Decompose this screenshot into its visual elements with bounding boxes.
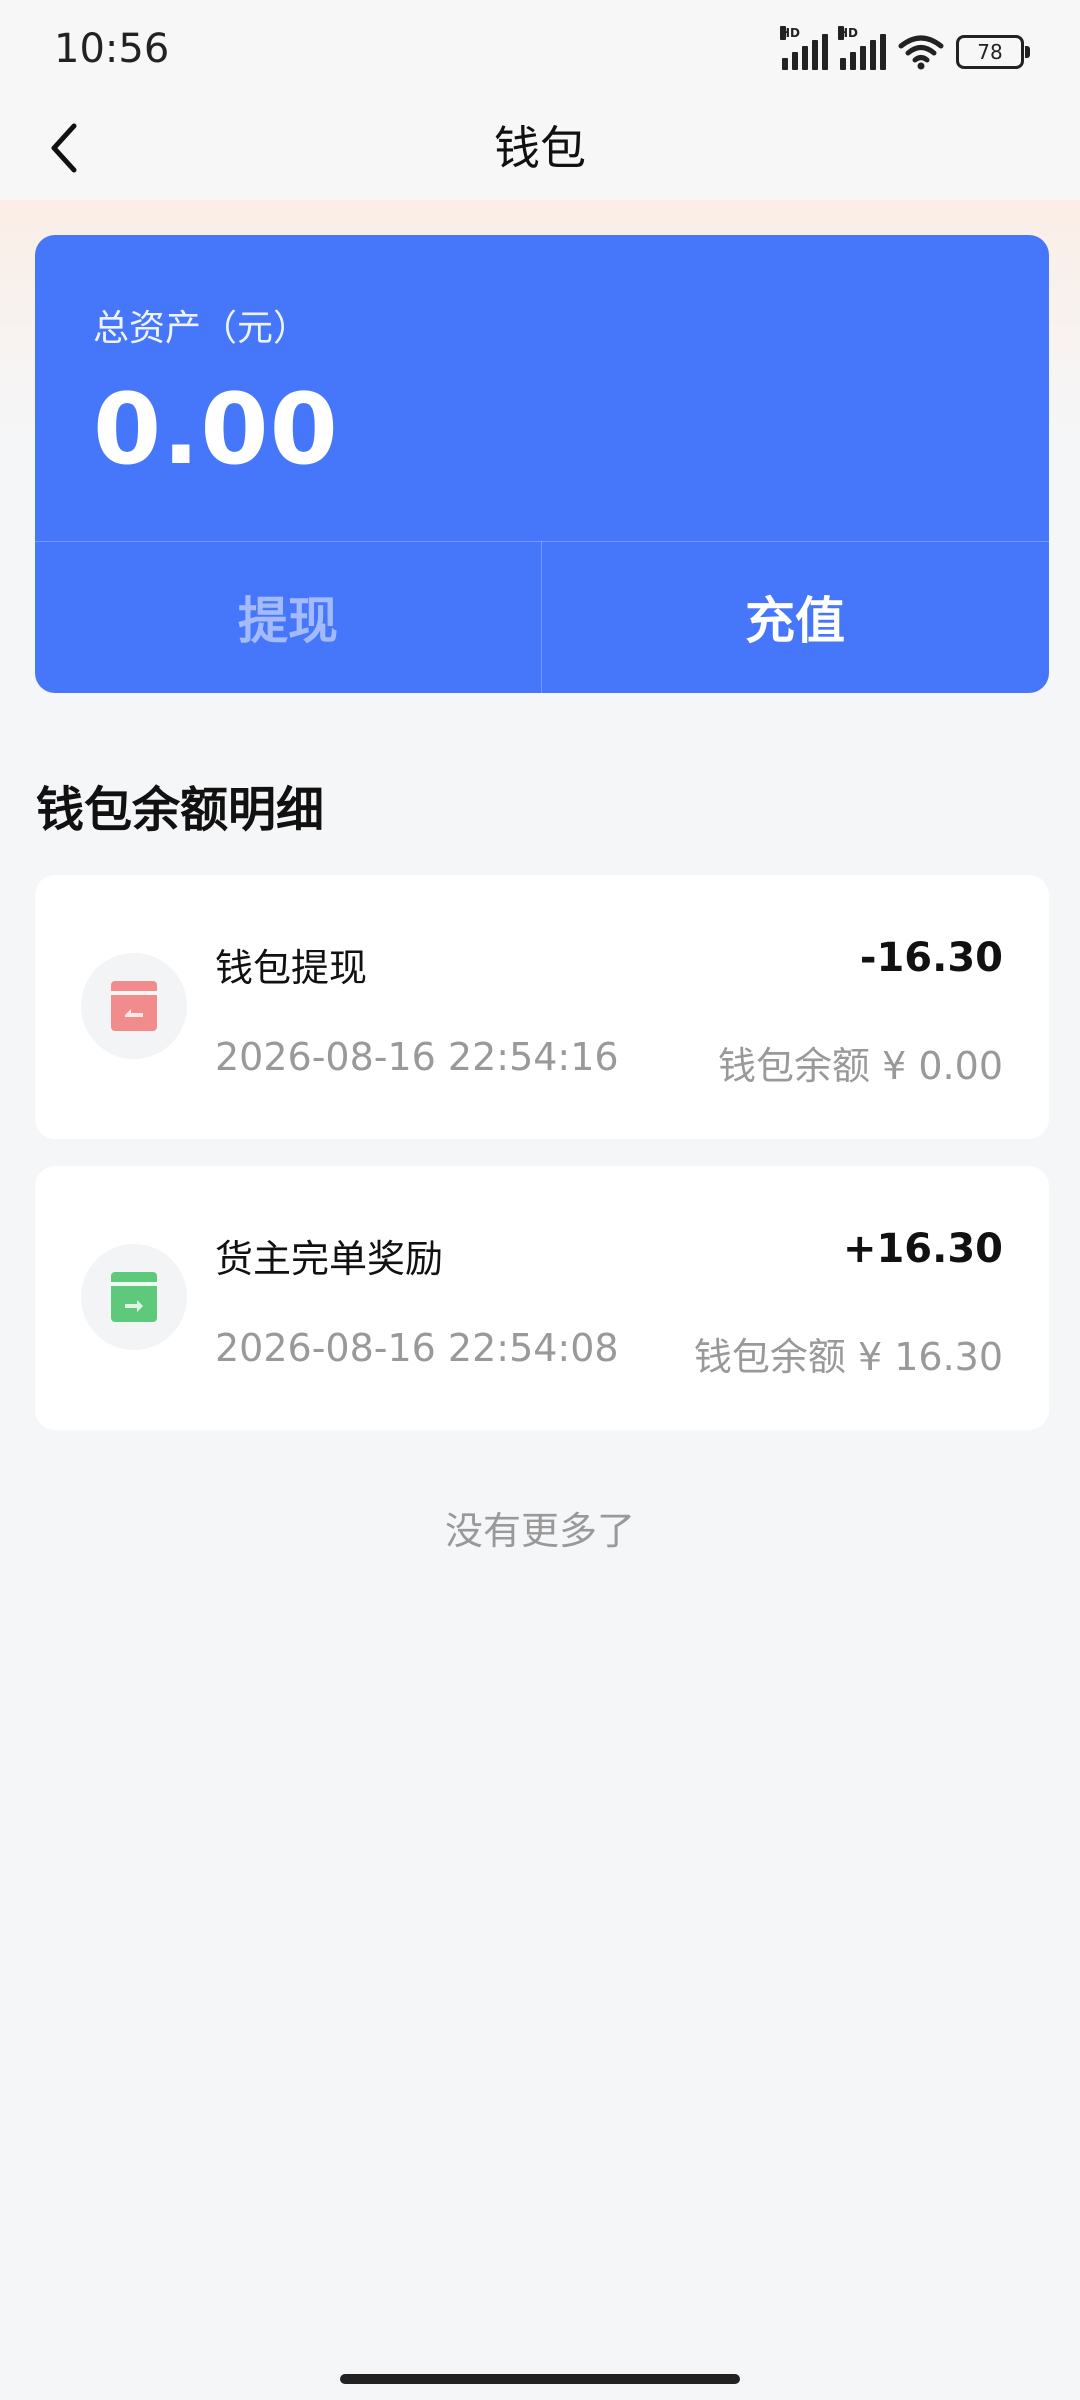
wifi-icon xyxy=(898,35,944,70)
home-indicator[interactable] xyxy=(340,2374,740,2384)
list-item[interactable]: 钱包提现 -16.30 2026-08-16 22:54:16 钱包余额 ¥ 0… xyxy=(35,875,1049,1139)
record-time: 2026-08-16 22:54:16 xyxy=(215,1035,619,1079)
wallet-card: 总资产（元） 0.00 提现 充值 xyxy=(35,235,1049,693)
total-assets-value: 0.00 xyxy=(93,373,339,487)
status-icons: HD HD 78 xyxy=(780,26,1030,74)
signal-hd-label: HD xyxy=(838,26,859,40)
withdraw-card-icon xyxy=(111,981,157,1031)
record-balance: 钱包余额 ¥ 0.00 xyxy=(718,1044,1003,1088)
withdraw-button[interactable]: 提现 xyxy=(35,541,541,693)
nav-bar: 钱包 xyxy=(0,96,1080,200)
signal-icon: HD xyxy=(780,26,828,70)
list-item[interactable]: 货主完单奖励 +16.30 2026-08-16 22:54:08 钱包余额 ¥… xyxy=(35,1166,1049,1430)
total-assets-label: 总资产（元） xyxy=(93,308,310,349)
signal-icon: HD xyxy=(838,26,886,70)
record-balance: 钱包余额 ¥ 16.30 xyxy=(693,1335,1003,1379)
reward-card-icon xyxy=(111,1272,157,1322)
signal-hd-label: HD xyxy=(780,26,801,40)
status-bar: 10:56 HD HD 78 xyxy=(0,0,1080,96)
section-title: 钱包余额明细 xyxy=(36,782,325,838)
record-time: 2026-08-16 22:54:08 xyxy=(215,1326,619,1370)
no-more-text: 没有更多了 xyxy=(444,1509,635,1553)
record-icon-wrap xyxy=(81,1244,187,1350)
record-title: 货主完单奖励 xyxy=(215,1237,444,1281)
record-title: 钱包提现 xyxy=(215,946,368,990)
record-amount: -16.30 xyxy=(859,935,1003,981)
record-amount: +16.30 xyxy=(842,1226,1003,1272)
page-title: 钱包 xyxy=(494,121,586,175)
recharge-button[interactable]: 充值 xyxy=(542,541,1048,693)
status-time: 10:56 xyxy=(54,26,170,72)
battery-icon: 78 xyxy=(956,35,1030,69)
record-icon-wrap xyxy=(81,953,187,1059)
